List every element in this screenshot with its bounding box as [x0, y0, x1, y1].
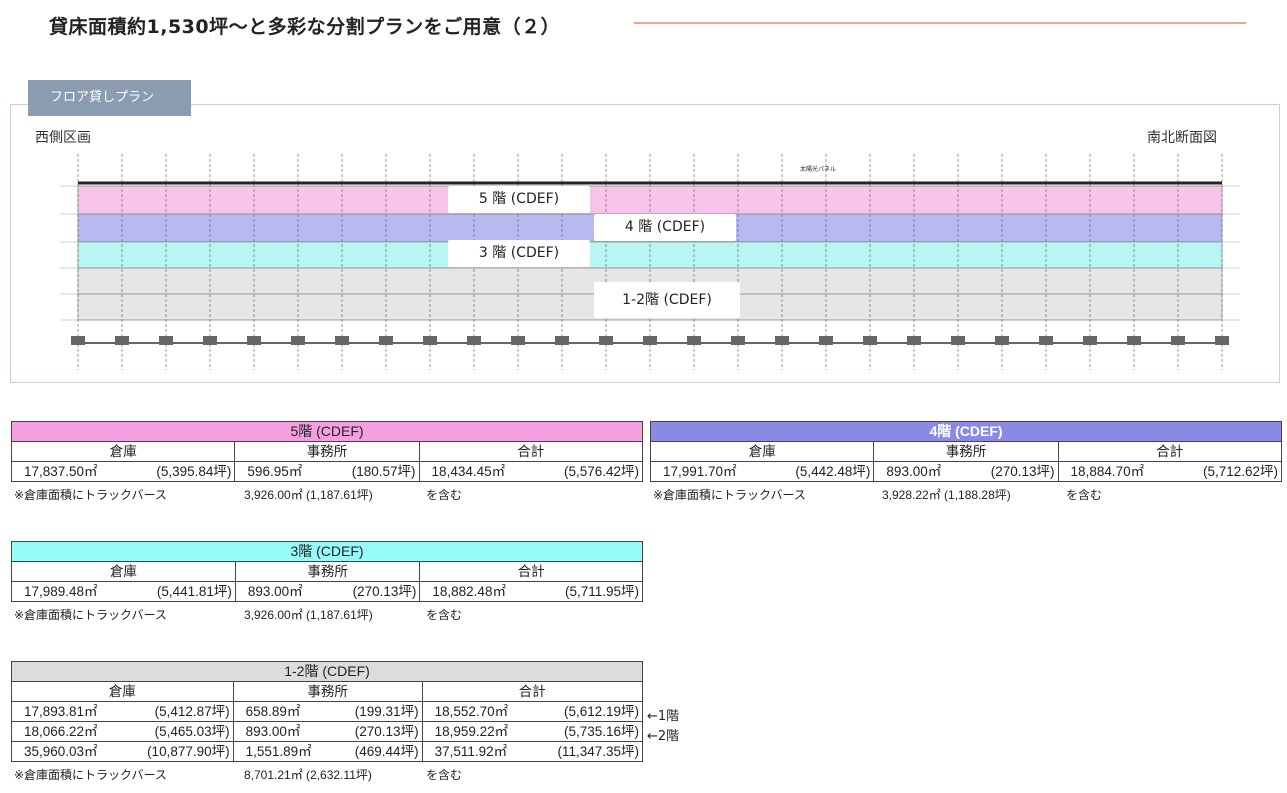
pile-cap: [819, 336, 833, 345]
note-4f-value: 3,928.22㎡ (1,188.28坪): [882, 488, 1011, 502]
pile-cap: [687, 336, 701, 345]
ns-section-label: 南北断面図: [1147, 130, 1217, 146]
pile-cap: [1215, 336, 1229, 345]
col-warehouse: 倉庫: [11, 681, 234, 702]
pile-cap: [511, 336, 525, 345]
pile-cap: [863, 336, 877, 345]
west-section-label: 西側区画: [35, 130, 91, 146]
pile-cap: [599, 336, 613, 345]
pile-cap: [247, 336, 261, 345]
pile-cap: [1171, 336, 1185, 345]
col-office: 事務所: [234, 441, 420, 462]
pile-cap: [775, 336, 789, 345]
pile-cap: [423, 336, 437, 345]
pile-cap: [555, 336, 569, 345]
col-office: 事務所: [232, 681, 423, 702]
pile-cap: [71, 336, 85, 345]
plan-tab[interactable]: フロア貸しプラン: [28, 80, 191, 116]
pile-cap: [1039, 336, 1053, 345]
pile-cap: [159, 336, 173, 345]
pile-cap: [995, 336, 1009, 345]
note-12f-value: 8,701.21㎡ (2,632.11坪): [244, 768, 372, 782]
col-office: 事務所: [234, 561, 421, 582]
row-mark-2f: ←2階: [647, 729, 680, 744]
note-3f-suffix: を含む: [426, 608, 463, 622]
pile-cap: [951, 336, 965, 345]
table-header: 1-2階 (CDEF): [11, 661, 643, 682]
note-3f-value: 3,926.00㎡ (1,187.61坪): [244, 608, 373, 622]
pile-cap: [1083, 336, 1097, 345]
col-total: 合計: [419, 561, 643, 582]
pile-cap: [335, 336, 349, 345]
table-row: 17,893.81㎡ (5,412.87坪) 658.89㎡ (199.31坪) 1…: [11, 701, 643, 722]
pile-cap: [379, 336, 393, 345]
floor-label-3: 3 階 (CDEF): [448, 240, 590, 267]
note-5f-value: 3,926.00㎡ (1,187.61坪): [244, 488, 373, 502]
table-3f: 3階 (CDEF) 倉庫 事務所 合計 17,989.48㎡ (5,441.81坪…: [11, 541, 643, 602]
col-total: 合計: [1057, 441, 1283, 462]
pile-cap: [115, 336, 129, 345]
table-row: 35,960.03㎡ (10,877.90坪) 1,551.89㎡ (469.44坪…: [11, 741, 643, 762]
pile-cap: [907, 336, 921, 345]
pile-cap: [731, 336, 745, 345]
col-office: 事務所: [873, 441, 1059, 462]
pile-cap: [291, 336, 305, 345]
floor-label-12: 1-2階 (CDEF): [594, 282, 740, 318]
table-row: 17,991.70㎡ (5,442.48坪) 893.00㎡ (270.13坪) 1…: [650, 461, 1282, 482]
col-total: 合計: [421, 681, 644, 702]
table-header: 3階 (CDEF): [11, 541, 643, 562]
pile-cap: [467, 336, 481, 345]
col-total: 合計: [418, 441, 644, 462]
table-row: 18,066.22㎡ (5,465.03坪) 893.00㎡ (270.13坪) 1…: [11, 721, 643, 742]
note-12f: ※倉庫面積にトラックバース: [14, 768, 167, 782]
note-3f: ※倉庫面積にトラックバース: [14, 608, 167, 622]
note-12f-suffix: を含む: [426, 768, 463, 782]
table-row: 17,989.48㎡ (5,441.81坪) 893.00㎡ (270.13坪) 1…: [11, 581, 643, 602]
table-row: 17,837.50㎡ (5,395.84坪) 596.95㎡ (180.57坪) 1…: [11, 461, 643, 482]
floor-label-4: 4 階 (CDEF): [594, 214, 736, 241]
note-5f-suffix: を含む: [426, 488, 463, 502]
col-warehouse: 倉庫: [10, 441, 236, 462]
floor-label-5: 5 階 (CDEF): [448, 186, 590, 213]
section-drawing: 太陽光パネル: [60, 154, 1240, 370]
table-header: 5階 (CDEF): [11, 421, 643, 442]
note-5f: ※倉庫面積にトラックバース: [14, 488, 167, 502]
note-4f: ※倉庫面積にトラックバース: [653, 488, 806, 502]
table-4f: 4階 (CDEF) 倉庫 事務所 合計 17,991.70㎡ (5,442.48坪…: [649, 421, 1283, 482]
pile-cap: [203, 336, 217, 345]
col-warehouse: 倉庫: [11, 561, 236, 582]
solar-panel-label: 太陽光パネル: [800, 165, 836, 173]
title-rule: [634, 22, 1246, 24]
table-5f: 5階 (CDEF) 倉庫 事務所 合計 17,837.50㎡ (5,395.84坪…: [10, 421, 644, 482]
page-title: 貸床面積約1,530坪〜と多彩な分割プランをご用意（２）: [49, 16, 561, 38]
note-4f-suffix: を含む: [1066, 488, 1103, 502]
row-mark-1f: ←1階: [647, 709, 680, 724]
table-header: 4階 (CDEF): [650, 421, 1282, 442]
pile-cap: [643, 336, 657, 345]
table-12f: 1-2階 (CDEF) 倉庫 事務所 合計 17,893.81㎡ (5,412.8…: [11, 661, 644, 762]
col-warehouse: 倉庫: [649, 441, 875, 462]
pile-cap: [1127, 336, 1141, 345]
